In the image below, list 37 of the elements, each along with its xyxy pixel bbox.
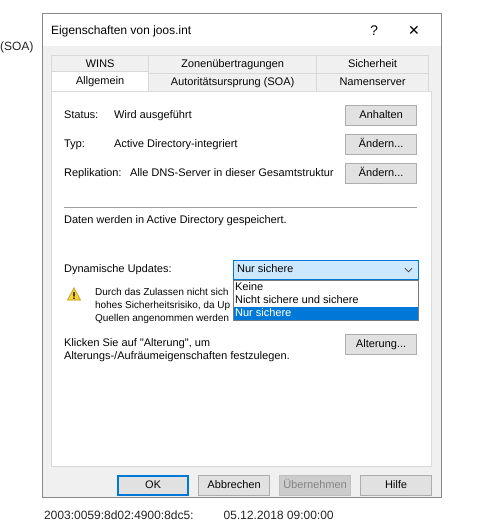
warning-text: Quellen angenommen werden (95, 312, 229, 324)
dynamic-updates-dropdown[interactable]: Nur sichere (233, 260, 419, 280)
dropdown-option[interactable]: Nicht sichere und sichere (234, 294, 418, 306)
background-text: (SOA) (0, 38, 34, 55)
aging-button[interactable]: Alterung... (345, 334, 417, 354)
tab[interactable]: Allgemein (51, 71, 148, 91)
field-value: Active Directory-integriert (114, 137, 238, 152)
field-label: Typ: (64, 137, 86, 152)
dialog-button[interactable]: Hilfe (360, 475, 432, 496)
close-button[interactable]: ✕ (397, 18, 431, 42)
dropdown-option[interactable]: Nur sichere (234, 306, 418, 320)
field-value: Alle DNS-Server in dieser Gesamtstruktur (130, 166, 335, 182)
field-label: Replikation: (64, 166, 122, 182)
dropdown-value: Nur sichere (237, 262, 294, 278)
storage-note: Daten werden in Active Directory gespeichert. (64, 213, 288, 228)
dropdown-option[interactable]: Keine (234, 280, 418, 294)
action-button[interactable]: Anhalten (345, 105, 417, 126)
tab[interactable]: Sicherheit (316, 55, 429, 73)
field-value: Wird ausgeführt (114, 108, 193, 124)
field-label: Status: (64, 108, 100, 124)
warning-text: hohes Sicherheitsrisiko, da Up (95, 298, 230, 312)
tab[interactable]: Zonenübertragungen (148, 55, 316, 73)
background-text: 2003:0059:8d02:4900:8dc5: (44, 507, 194, 521)
aging-text: Klicken Sie auf "Alterung", um Alterungs-/Aufräumeigenschaften festzulegen. (64, 336, 291, 362)
action-button[interactable]: Ändern... (345, 134, 417, 155)
tab[interactable]: Namenserver (316, 73, 429, 91)
warning-icon (67, 286, 81, 300)
window-title: Eigenschaften von joos.int (51, 22, 192, 39)
dialog-button[interactable]: Abbrechen (198, 475, 270, 496)
tab[interactable]: Autoritätsursprung (SOA) (148, 73, 316, 91)
help-button[interactable]: ? (357, 18, 391, 42)
action-button[interactable]: Ändern... (345, 163, 417, 184)
dynamic-updates-label: Dynamische Updates: (64, 262, 173, 278)
warning-text: Durch das Zulassen nicht sich (95, 286, 228, 298)
chevron-down-icon (404, 266, 413, 272)
background-text: 05.12.2018 09:00:00 (223, 507, 334, 521)
dialog-button[interactable]: OK (117, 475, 189, 496)
